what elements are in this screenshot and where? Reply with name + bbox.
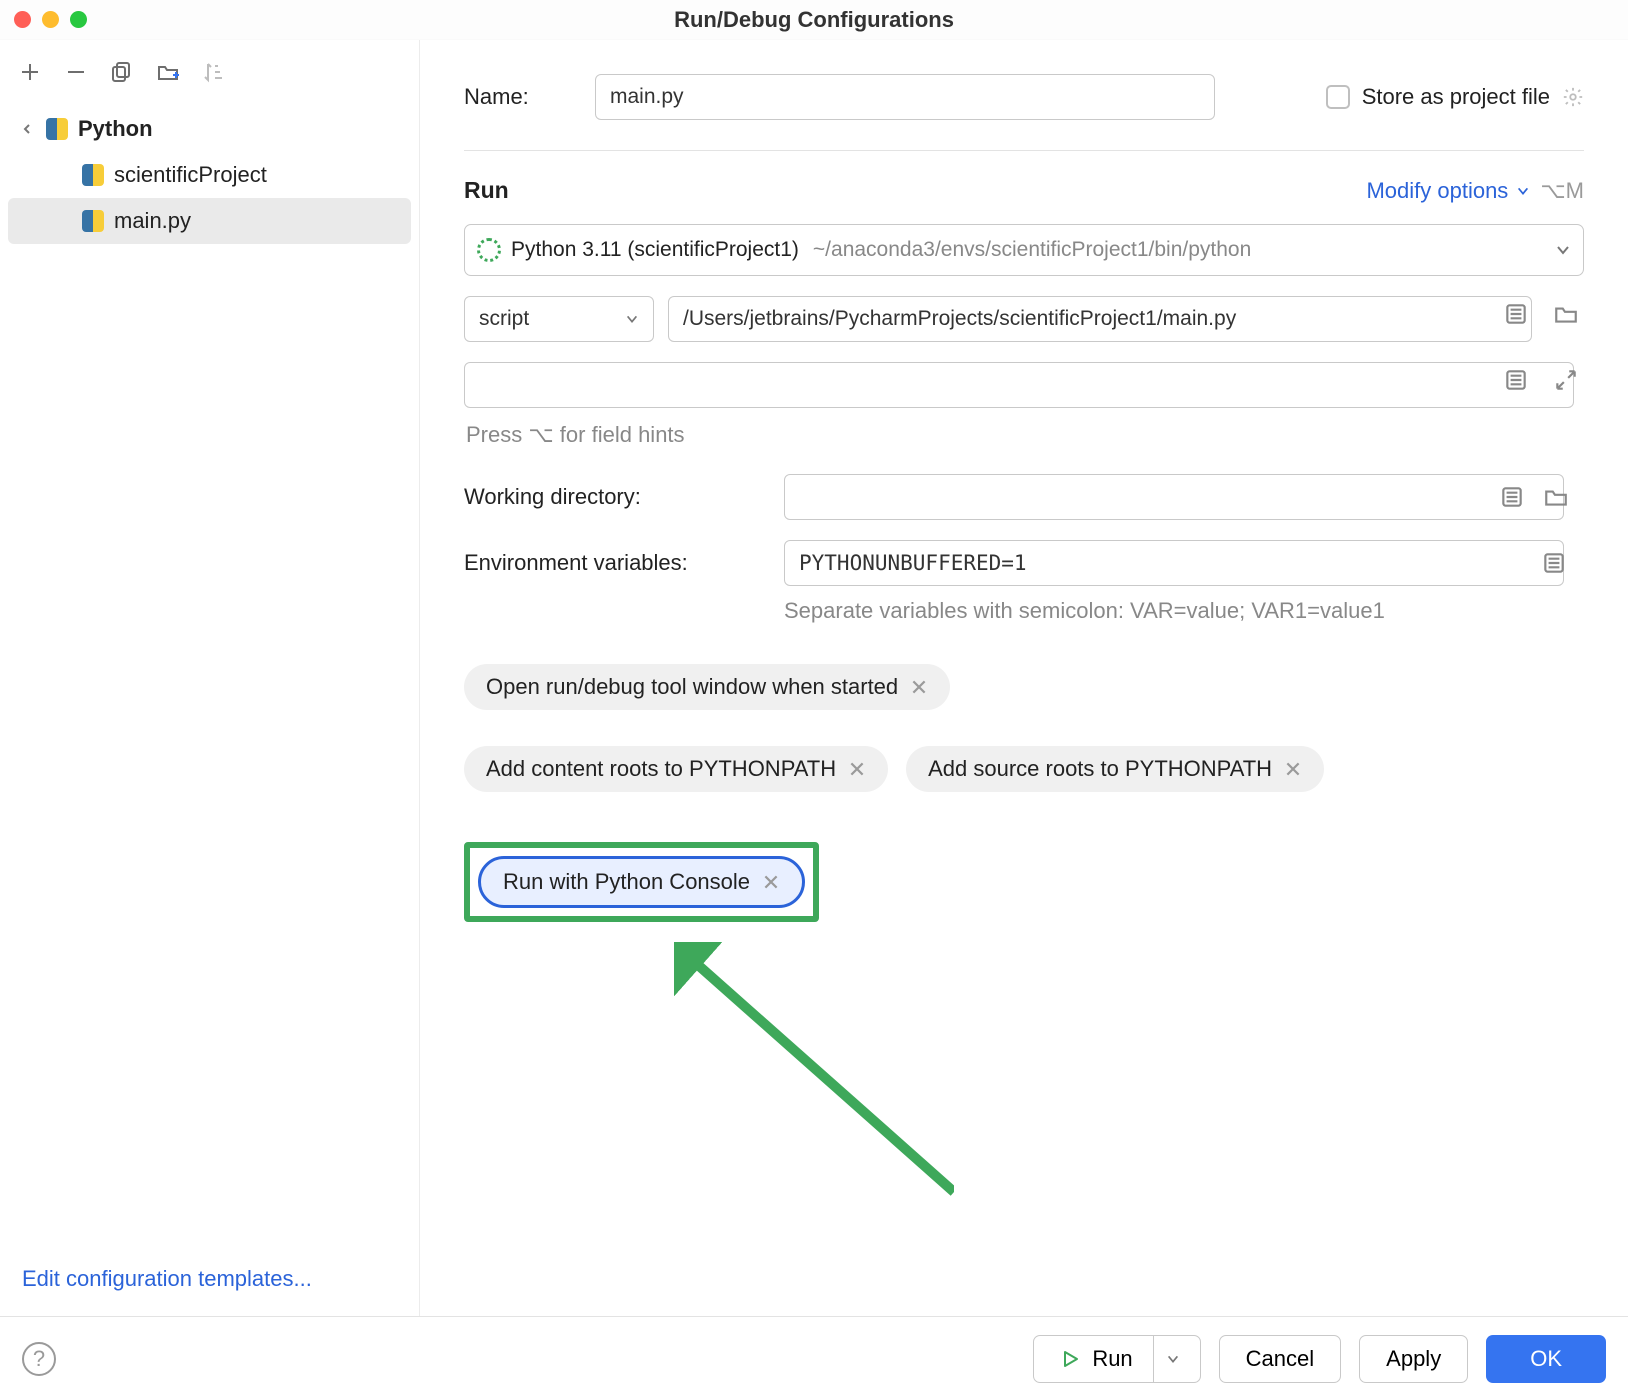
play-icon — [1060, 1349, 1080, 1369]
add-config-icon[interactable] — [16, 58, 44, 86]
close-icon[interactable] — [848, 760, 866, 778]
field-hints-text: Press ⌥ for field hints — [466, 422, 1584, 448]
tree-item-mainpy[interactable]: main.py — [8, 198, 411, 244]
run-button-split[interactable] — [1153, 1336, 1192, 1382]
expand-env-field-icon[interactable] — [1536, 545, 1572, 581]
edit-templates-link[interactable]: Edit configuration templates... — [22, 1266, 312, 1291]
chip-label: Add content roots to PYTHONPATH — [486, 756, 836, 782]
python-logo-icon — [46, 118, 68, 140]
browse-script-folder-icon[interactable] — [1548, 296, 1584, 332]
config-name-input[interactable] — [595, 74, 1215, 120]
python-logo-icon — [82, 210, 104, 232]
folder-add-config-icon[interactable] — [154, 58, 182, 86]
chip-label: Run with Python Console — [503, 869, 750, 895]
close-icon[interactable] — [1284, 760, 1302, 778]
env-vars-hint: Separate variables with semicolon: VAR=v… — [784, 598, 1584, 624]
apply-button[interactable]: Apply — [1359, 1335, 1468, 1383]
remove-config-icon[interactable] — [62, 58, 90, 86]
expand-params-field-icon[interactable] — [1498, 362, 1534, 398]
copy-config-icon[interactable] — [108, 58, 136, 86]
chip-run-with-python-console[interactable]: Run with Python Console — [478, 856, 805, 908]
expand-script-field-icon[interactable] — [1498, 296, 1534, 332]
highlight-box: Run with Python Console — [464, 842, 819, 922]
script-kind-select[interactable]: script — [464, 296, 654, 342]
parameters-input[interactable] — [464, 362, 1574, 408]
tree-root-python[interactable]: Python — [8, 106, 411, 152]
run-section-title: Run — [464, 177, 509, 204]
chip-open-tool-window[interactable]: Open run/debug tool window when started — [464, 664, 950, 710]
annotation-arrow-icon — [674, 942, 954, 1202]
run-button[interactable]: Run — [1033, 1335, 1200, 1383]
store-as-project-file-checkbox[interactable] — [1326, 85, 1350, 109]
modify-options-link[interactable]: Modify options — [1366, 178, 1530, 204]
script-kind-value: script — [479, 307, 529, 331]
close-traffic-light[interactable] — [14, 11, 31, 28]
chevron-down-icon — [1516, 184, 1530, 198]
chip-add-content-roots[interactable]: Add content roots to PYTHONPATH — [464, 746, 888, 792]
chevron-down-icon — [1555, 242, 1571, 258]
tree-item-label: main.py — [114, 208, 191, 234]
titlebar: Run/Debug Configurations — [0, 0, 1628, 40]
env-vars-label: Environment variables: — [464, 550, 764, 576]
python-logo-icon — [82, 164, 104, 186]
expand-wd-field-icon[interactable] — [1494, 479, 1530, 515]
chevron-down-icon — [625, 312, 639, 326]
help-button[interactable]: ? — [22, 1342, 56, 1376]
ok-button[interactable]: OK — [1486, 1335, 1606, 1383]
divider — [464, 150, 1584, 151]
gear-icon[interactable] — [1562, 86, 1584, 108]
chevron-down-icon — [1166, 1352, 1180, 1366]
close-icon[interactable] — [762, 873, 780, 891]
chip-add-source-roots[interactable]: Add source roots to PYTHONPATH — [906, 746, 1324, 792]
chip-label: Add source roots to PYTHONPATH — [928, 756, 1272, 782]
env-vars-input[interactable] — [784, 540, 1564, 586]
interpreter-path: ~/anaconda3/envs/scientificProject1/bin/… — [813, 238, 1545, 262]
modify-options-shortcut: ⌥M — [1540, 178, 1584, 204]
cancel-button[interactable]: Cancel — [1219, 1335, 1341, 1383]
sort-config-icon[interactable] — [200, 58, 228, 86]
tree-item-scientificproject[interactable]: scientificProject — [8, 152, 411, 198]
working-directory-label: Working directory: — [464, 484, 764, 510]
loading-spinner-icon — [477, 238, 501, 262]
working-directory-input[interactable] — [784, 474, 1564, 520]
zoom-traffic-light[interactable] — [70, 11, 87, 28]
script-path-input[interactable] — [668, 296, 1532, 342]
window-title: Run/Debug Configurations — [674, 7, 954, 33]
minimize-traffic-light[interactable] — [42, 11, 59, 28]
name-label: Name: — [464, 84, 579, 110]
interpreter-name: Python 3.11 (scientificProject1) — [511, 238, 799, 262]
maximize-params-icon[interactable] — [1548, 362, 1584, 398]
browse-wd-folder-icon[interactable] — [1538, 479, 1574, 515]
close-icon[interactable] — [910, 678, 928, 696]
run-button-label: Run — [1092, 1346, 1132, 1372]
chevron-down-icon — [19, 120, 35, 138]
interpreter-dropdown[interactable]: Python 3.11 (scientificProject1) ~/anaco… — [464, 224, 1584, 276]
chip-label: Open run/debug tool window when started — [486, 674, 898, 700]
config-toolbar — [0, 50, 419, 102]
tree-root-label: Python — [78, 116, 153, 142]
store-as-project-file-label: Store as project file — [1362, 84, 1550, 110]
tree-item-label: scientificProject — [114, 162, 267, 188]
